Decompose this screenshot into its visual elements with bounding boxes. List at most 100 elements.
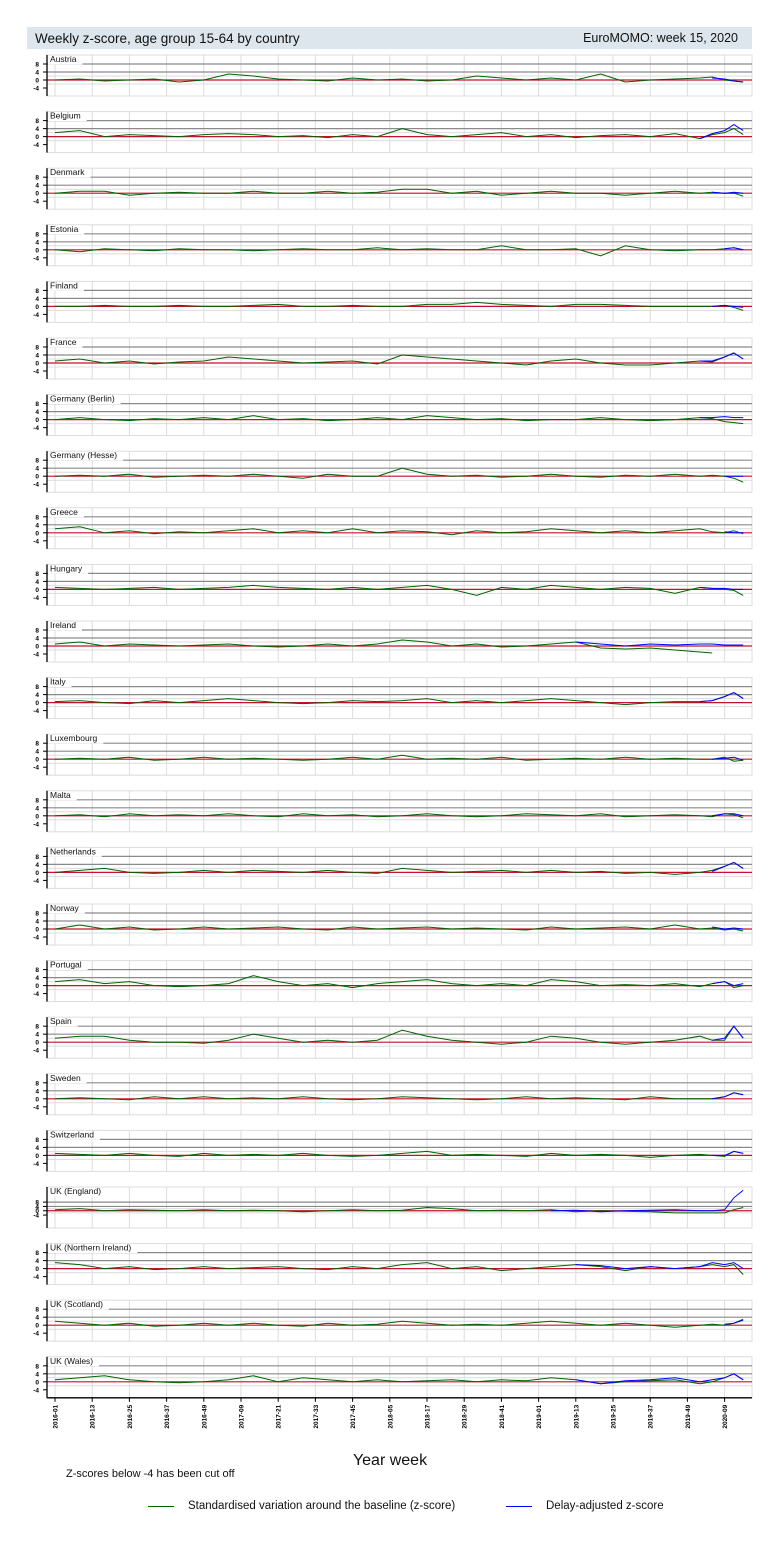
y-tick-label: 0 <box>35 134 39 141</box>
x-tick-label: 2017-09 <box>239 1404 246 1428</box>
y-tick-label: 0 <box>35 191 39 198</box>
delay-adjusted-line <box>712 861 744 872</box>
y-tick-label: 0 <box>35 700 39 707</box>
y-tick-label: 0 <box>35 644 39 651</box>
y-tick-label: 0 <box>35 247 39 254</box>
x-tick-label: 2018-41 <box>499 1404 506 1428</box>
panel-greece: 840-4 Greece <box>33 507 753 550</box>
panel-uk-northern-ireland: 840-4 UK (Northern Ireland) <box>33 1243 753 1286</box>
zscore-line <box>55 301 744 311</box>
panel-sweden: 840-4 Sweden <box>33 1073 753 1116</box>
panel-title: UK (Northern Ireland) <box>50 1243 131 1253</box>
x-tick-label: 2016-37 <box>164 1404 171 1428</box>
zscore-line <box>54 813 744 819</box>
y-tick-label: -4 <box>33 1274 39 1281</box>
y-tick-label: 4 <box>35 466 39 473</box>
y-tick-label: 4 <box>35 1145 39 1152</box>
y-tick-label: 0 <box>35 870 39 877</box>
y-tick-label: 8 <box>35 62 39 69</box>
panel-uk-england: 840-4UK (England) <box>33 1186 753 1229</box>
y-tick-label: 0 <box>35 813 39 820</box>
panel-title: Germany (Hesse) <box>50 450 117 460</box>
x-tick-label: 2016-01 <box>53 1404 60 1428</box>
y-tick-label: -4 <box>33 1161 39 1168</box>
y-tick-label: 0 <box>35 1153 39 1160</box>
panel-hungary: 840-4 Hungary <box>33 563 753 606</box>
y-tick-label: 8 <box>35 118 39 125</box>
y-tick-label: -4 <box>33 708 39 715</box>
panel-switzerland: 840-4 Switzerland <box>33 1129 753 1172</box>
panel-title: UK (England) <box>50 1186 101 1196</box>
x-tick-label: 2019-49 <box>685 1404 692 1428</box>
x-tick-label: 2016-13 <box>90 1404 97 1428</box>
zscore-line <box>54 526 744 536</box>
panel-title: Greece <box>50 507 78 517</box>
y-tick-label: -4 <box>33 142 39 149</box>
y-tick-label: -4 <box>33 1331 39 1338</box>
panel-denmark: 840-4 Denmark <box>33 167 753 210</box>
legend-swatch-delay-adjusted <box>506 1505 532 1507</box>
panel-finland: 840-4 Finland <box>33 280 753 323</box>
panel-malta: 840-4 Malta <box>33 790 753 833</box>
panel-title: Sweden <box>50 1073 81 1083</box>
y-tick-label: -4 <box>33 482 39 489</box>
y-tick-label: 4 <box>35 70 39 77</box>
y-tick-label: 8 <box>35 1363 39 1370</box>
y-tick-label: -4 <box>33 1104 39 1111</box>
delay-adjusted-line <box>699 416 744 419</box>
y-tick-label: 4 <box>35 1371 39 1378</box>
x-tick-label: 2018-29 <box>462 1404 469 1428</box>
y-tick-label: 4 <box>35 862 39 869</box>
y-tick-label: 8 <box>35 458 39 465</box>
y-tick-label: 4 <box>35 239 39 246</box>
legend-item-zscore: Standardised variation around the baseli… <box>148 1500 455 1512</box>
zscore-line <box>54 1025 744 1045</box>
x-tick-label: 2017-21 <box>276 1404 283 1428</box>
y-tick-label: 8 <box>35 741 39 748</box>
panel-title: UK (Scotland) <box>50 1299 103 1309</box>
panel-estonia: 840-4 Estonia <box>33 224 753 267</box>
panel-title: Luxembourg <box>50 733 98 743</box>
y-tick-label: 4 <box>35 1315 39 1322</box>
panel-title: Netherlands <box>50 846 96 856</box>
panel-title: Hungary <box>50 563 83 573</box>
y-tick-label: -4 <box>33 425 39 432</box>
panel-title: UK (Wales) <box>50 1356 93 1366</box>
y-tick-label: 8 <box>35 1137 39 1144</box>
y-tick-label: 8 <box>35 175 39 182</box>
panel-frame <box>46 224 753 267</box>
y-tick-label: 0 <box>35 304 39 311</box>
y-tick-label: -4 <box>33 821 39 828</box>
y-tick-label: 4 <box>35 1088 39 1095</box>
y-tick-label: -4 <box>33 878 39 885</box>
x-tick-label: 2018-05 <box>387 1404 394 1428</box>
panel-title: Belgium <box>50 111 81 121</box>
y-tick-label: -4 <box>33 199 39 206</box>
x-tick-label: 2020-09 <box>722 1404 729 1428</box>
y-tick-label: 0 <box>35 1323 39 1330</box>
panel-ireland: 840-4 Ireland <box>33 620 753 663</box>
legend-label-zscore: Standardised variation around the baseli… <box>188 1500 456 1512</box>
y-tick-label: 8 <box>35 571 39 578</box>
panel-title: Estonia <box>50 224 79 234</box>
y-tick-label: 4 <box>35 749 39 756</box>
y-tick-label: 4 <box>35 1032 39 1039</box>
y-tick-label: 8 <box>35 967 39 974</box>
panel-title: Norway <box>50 903 80 913</box>
y-tick-label: 0 <box>35 927 39 934</box>
panel-austria: 840-4 Austria <box>33 54 753 97</box>
y-tick-label: 0 <box>35 587 39 594</box>
zscore-line <box>54 924 744 932</box>
y-tick-label: 8 <box>35 514 39 521</box>
y-tick-label: -4 <box>33 652 39 659</box>
y-tick-label: -4 <box>33 991 39 998</box>
y-tick-label: 8 <box>35 1080 39 1087</box>
y-tick-label: 4 <box>35 805 39 812</box>
y-tick-label: -4 <box>33 255 39 262</box>
panel-title: France <box>50 337 77 347</box>
y-tick-label: 8 <box>35 854 39 861</box>
y-tick-label: 8 <box>35 797 39 804</box>
panel-title: Spain <box>50 1016 72 1026</box>
y-tick-label: 4 <box>35 353 39 360</box>
y-tick-label: 4 <box>35 1258 39 1265</box>
